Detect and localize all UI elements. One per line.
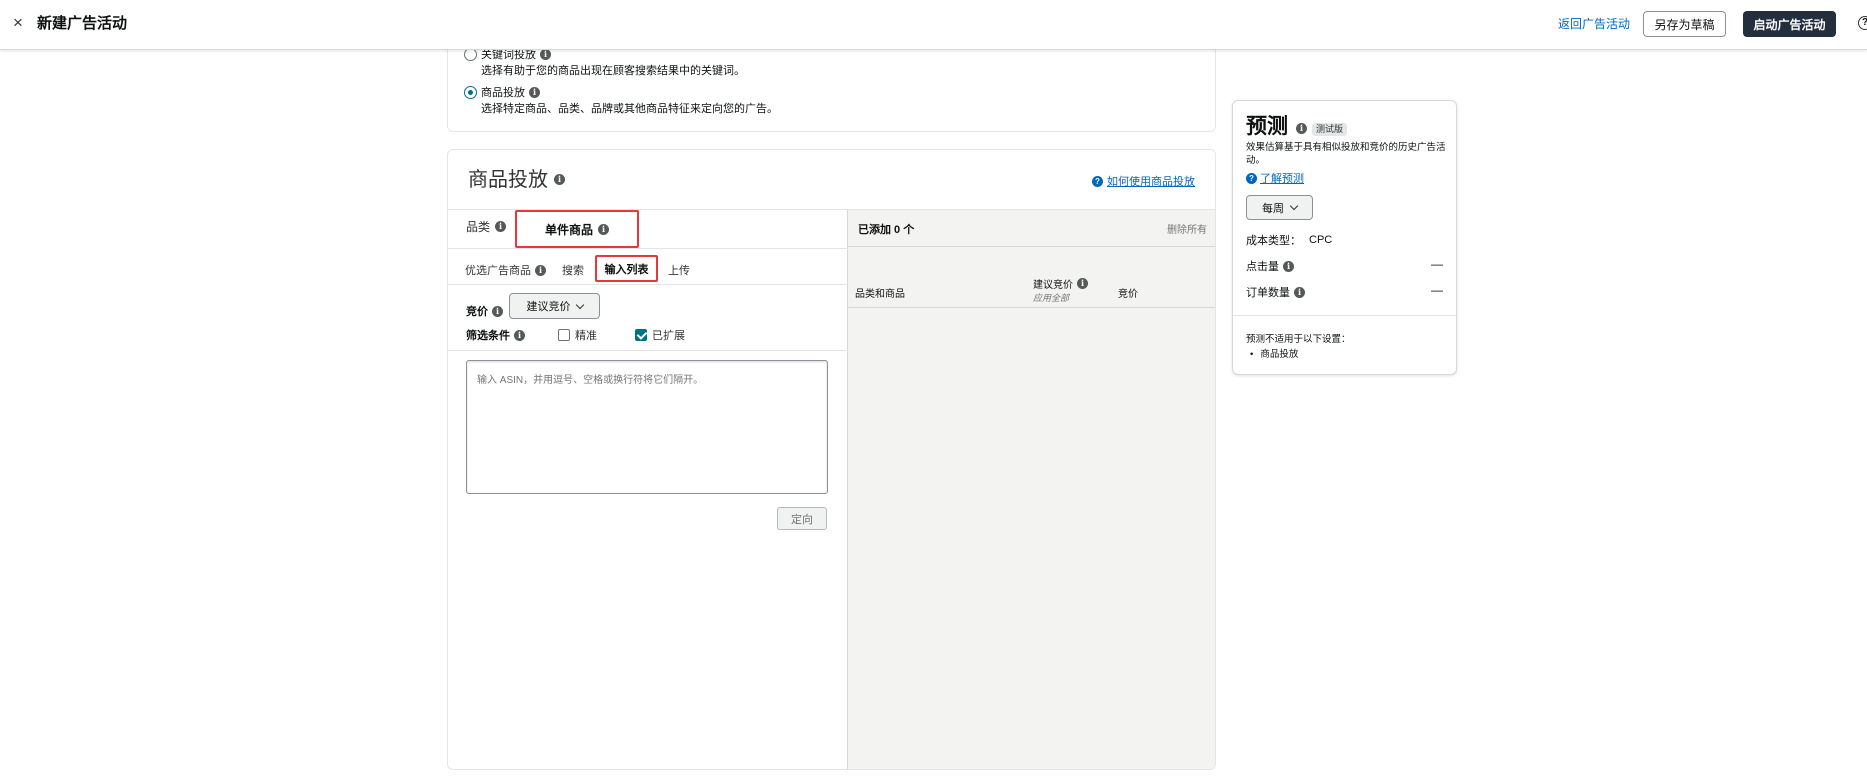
product-targeting-label: 商品投放: [481, 87, 525, 99]
product-targeting-desc: 选择特定商品、品类、品牌或其他商品特征来定向您的广告。: [481, 103, 778, 115]
info-icon: i: [514, 329, 525, 341]
close-icon[interactable]: ×: [13, 13, 23, 33]
orders-label: 订单数量: [1246, 287, 1290, 299]
clicks-label: 点击量: [1246, 261, 1279, 273]
info-icon: i: [1283, 260, 1294, 272]
tab-divider: [448, 248, 848, 249]
col-header-product: 品类和商品: [855, 289, 905, 300]
info-icon: i: [1294, 286, 1305, 298]
asin-input[interactable]: [466, 360, 828, 494]
subtab-enter-list[interactable]: 输入列表: [595, 255, 658, 282]
beta-badge: 测试版: [1312, 123, 1348, 136]
forecast-period-dropdown[interactable]: 每周: [1246, 195, 1313, 220]
orders-row: 订单数量 i: [1246, 284, 1305, 300]
cost-type-label: 成本类型：: [1246, 235, 1301, 247]
product-targeting-title-text: 商品投放: [468, 169, 548, 191]
subtab-upload[interactable]: 上传: [668, 262, 690, 278]
divider: [1233, 315, 1456, 316]
added-count: 已添加 0 个: [858, 224, 915, 236]
info-icon: i: [1077, 278, 1088, 289]
subtab-suggested[interactable]: 优选广告商品 i: [465, 262, 546, 278]
forecast-note: 预测不适用于以下设置：: [1246, 334, 1351, 345]
info-icon: i: [554, 174, 565, 185]
info-icon: i: [529, 86, 540, 98]
filter-label-text: 筛选条件: [466, 330, 510, 342]
filter-exact-checkbox[interactable]: [558, 329, 570, 341]
tab-individual-products[interactable]: 单件商品 i: [515, 210, 639, 248]
product-targeting-radio[interactable]: [464, 85, 477, 99]
question-icon: ?: [1092, 175, 1103, 187]
orders-value: —: [1431, 283, 1443, 297]
cost-type-row: 成本类型： CPC: [1246, 232, 1332, 248]
chevron-down-icon: [575, 300, 584, 309]
added-targets-column: 已添加 0 个 删除所有 品类和商品 建议竞价 i 应用全部 竞价: [848, 210, 1215, 769]
howto-link-text: 如何使用商品投放: [1107, 176, 1195, 188]
info-icon: i: [1296, 123, 1307, 134]
product-targeting-card: 商品投放 i ? 如何使用商品投放 品类 i 单件商品 i 优选广告商品 i 搜索…: [447, 149, 1216, 770]
learn-forecast-text: 了解预测: [1260, 173, 1304, 185]
clicks-row: 点击量 i: [1246, 258, 1294, 274]
col-header-suggested-bid-label: 建议竞价: [1033, 280, 1073, 291]
col-header-suggested-bid: 建议竞价 i: [1033, 276, 1088, 291]
tab-category-label: 品类: [466, 220, 491, 234]
bid-type-dropdown[interactable]: 建议竞价: [509, 293, 600, 319]
target-button[interactable]: 定向: [777, 507, 827, 530]
bid-label: 竞价 i: [466, 303, 503, 319]
learn-forecast-link[interactable]: ? 了解预测: [1246, 170, 1304, 186]
forecast-period-value: 每周: [1262, 202, 1284, 215]
question-icon: ?: [1246, 172, 1257, 184]
filter-exact-label: 精准: [575, 330, 597, 342]
apply-all-link[interactable]: 应用全部: [1033, 291, 1069, 304]
tab-individual-label: 单件商品: [544, 222, 593, 237]
filter-label: 筛选条件 i: [466, 327, 525, 343]
product-targeting-option[interactable]: 商品投放 i: [464, 84, 540, 100]
cost-type-value: CPC: [1309, 234, 1333, 246]
divider: [848, 246, 1215, 247]
bid-type-value: 建议竞价: [526, 301, 571, 313]
info-icon: i: [492, 305, 503, 317]
clicks-value: —: [1431, 257, 1443, 271]
forecast-description: 效果估算基于具有相似投放和竞价的历史广告活动。: [1246, 142, 1446, 166]
info-icon: i: [495, 221, 507, 232]
back-to-campaigns-link[interactable]: 返回广告活动: [1558, 16, 1630, 32]
filter-expanded-checkbox[interactable]: [635, 329, 647, 341]
forecast-note-item: 商品投放: [1250, 346, 1298, 360]
keyword-targeting-desc: 选择有助于您的商品出现在顾客搜索结果中的关键词。: [481, 65, 745, 77]
product-targeting-title: 商品投放 i: [468, 167, 565, 193]
info-icon: i: [598, 223, 609, 235]
subtab-suggested-label: 优选广告商品: [465, 265, 531, 277]
save-draft-button[interactable]: 另存为草稿: [1643, 11, 1726, 37]
forecast-card: 预测 i 测试版 效果估算基于具有相似投放和竞价的历史广告活动。 ? 了解预测 …: [1232, 100, 1457, 375]
page-title: 新建广告活动: [37, 15, 128, 32]
launch-campaign-button[interactable]: 启动广告活动: [1743, 11, 1836, 37]
howto-product-targeting-link[interactable]: ? 如何使用商品投放: [1092, 173, 1195, 189]
subtab-divider: [448, 284, 848, 285]
filter-divider: [448, 350, 848, 351]
help-icon[interactable]: ?: [1858, 16, 1867, 30]
targeting-input-column: 品类 i 单件商品 i 优选广告商品 i 搜索 输入列表 上传 竞价 i 建议竞…: [448, 210, 848, 769]
bid-label-text: 竞价: [466, 306, 488, 318]
info-icon: i: [535, 264, 546, 276]
top-bar: × 新建广告活动 返回广告活动 另存为草稿 启动广告活动 ?: [0, 0, 1867, 50]
divider: [848, 307, 1215, 308]
forecast-title: 预测: [1246, 115, 1288, 138]
info-icon: i: [540, 48, 551, 60]
tab-category[interactable]: 品类 i: [466, 218, 507, 235]
remove-all-link[interactable]: 删除所有: [1167, 221, 1207, 236]
filter-expanded-label: 已扩展: [652, 330, 685, 342]
chevron-down-icon: [1289, 201, 1299, 211]
col-header-bid: 竞价: [1118, 289, 1138, 300]
subtab-search[interactable]: 搜索: [562, 262, 584, 278]
